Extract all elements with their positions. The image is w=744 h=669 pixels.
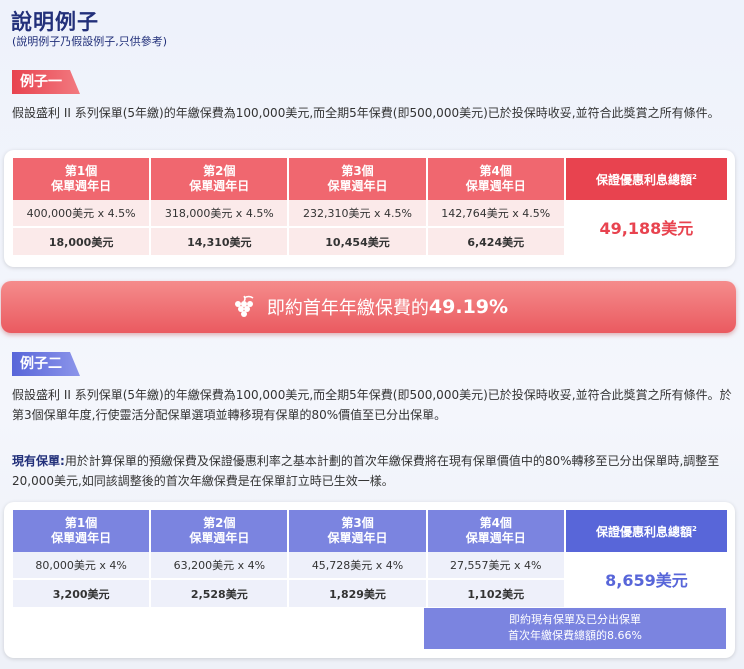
example-2-tag: 例子二 bbox=[12, 352, 80, 376]
header-anniversary-4: 第4個 保單週年日 bbox=[427, 510, 564, 552]
header-anniversary-1: 第1個 保單週年日 bbox=[13, 510, 150, 552]
header-anniversary-2: 第2個 保單週年日 bbox=[151, 158, 288, 200]
calc-cell: 45,728美元 x 4% bbox=[289, 552, 426, 580]
header-anniversary-3: 第3個 保單週年日 bbox=[289, 158, 426, 200]
page: 說明例子 (說明例子乃假設例子,只供參考) 例子一 假設盛利 II 系列保單(5… bbox=[0, 0, 744, 669]
header-anniversary-2: 第2個 保單週年日 bbox=[151, 510, 288, 552]
calc-cell: 142,764美元 x 4.5% bbox=[427, 200, 564, 228]
existing-policy-note: 現有保單:用於計算保單的預繳保費及保證優惠利率之基本計劃的首次年繳保費將在現有保… bbox=[12, 451, 732, 491]
amount-cell: 14,310美元 bbox=[151, 228, 288, 255]
amount-cell: 1,829美元 bbox=[289, 580, 426, 607]
total-interest-value: 49,188美元 bbox=[565, 200, 727, 255]
calc-cell: 400,000美元 x 4.5% bbox=[13, 200, 150, 228]
example-1-tag: 例子一 bbox=[12, 70, 80, 94]
amount-cell: 6,424美元 bbox=[427, 228, 564, 255]
banner-value: 49.19% bbox=[428, 296, 509, 318]
amount-cell: 1,102美元 bbox=[427, 580, 564, 607]
calc-cell: 232,310美元 x 4.5% bbox=[289, 200, 426, 228]
total-interest-value: 8,659美元 bbox=[565, 552, 727, 607]
header-total-interest: 保證優惠利息總額2 bbox=[565, 158, 727, 200]
calc-cell: 80,000美元 x 4% bbox=[13, 552, 150, 580]
existing-policy-label: 現有保單: bbox=[12, 454, 65, 468]
highlight-banner: 即約首年年繳保費的 49.19% bbox=[1, 281, 736, 333]
header-anniversary-1: 第1個 保單週年日 bbox=[13, 158, 150, 200]
amount-cell: 3,200美元 bbox=[13, 580, 150, 607]
calc-cell: 318,000美元 x 4.5% bbox=[151, 200, 288, 228]
page-title: 說明例子 bbox=[11, 10, 99, 34]
header-anniversary-3: 第3個 保單週年日 bbox=[289, 510, 426, 552]
example-2-text: 假設盛利 II 系列保單(5年繳)的年繳保費為100,000美元,而全期5年保費… bbox=[12, 388, 732, 422]
header-anniversary-4: 第4個 保單週年日 bbox=[427, 158, 564, 200]
footnote-line-1: 即約現有保單及已分出保單 bbox=[509, 613, 641, 626]
example-2-footnote: 即約現有保單及已分出保單 首次年繳保費總額的8.66% bbox=[424, 608, 726, 649]
footnote-line-2: 首次年繳保費總額的8.66% bbox=[508, 629, 642, 642]
amount-cell: 10,454美元 bbox=[289, 228, 426, 255]
amount-cell: 18,000美元 bbox=[13, 228, 150, 255]
header-total-interest: 保證優惠利息總額2 bbox=[565, 510, 727, 552]
existing-policy-text: 用於計算保單的預繳保費及保證優惠利率之基本計劃的首次年繳保費將在現有保單價值中的… bbox=[12, 454, 720, 488]
calc-cell: 63,200美元 x 4% bbox=[151, 552, 288, 580]
calc-cell: 27,557美元 x 4% bbox=[427, 552, 564, 580]
example-1-table: 第1個 保單週年日 第2個 保單週年日 第3個 保單週年日 第4個 保單週年日 保證優惠… bbox=[11, 158, 729, 255]
page-subtitle: (說明例子乃假設例子,只供參考) bbox=[12, 35, 168, 48]
example-2-table: 第1個 保單週年日 第2個 保單週年日 第3個 保單週年日 第4個 保單週年日 保證優惠… bbox=[11, 510, 729, 607]
example-1-text: 假設盛利 II 系列保單(5年繳)的年繳保費為100,000美元,而全期5年保費… bbox=[12, 106, 720, 120]
grapes-icon bbox=[234, 295, 254, 317]
banner-text: 即約首年年繳保費的 bbox=[266, 298, 429, 319]
example-1-card: 第1個 保單週年日 第2個 保單週年日 第3個 保單週年日 第4個 保單週年日 保證優惠… bbox=[4, 150, 735, 267]
amount-cell: 2,528美元 bbox=[151, 580, 288, 607]
